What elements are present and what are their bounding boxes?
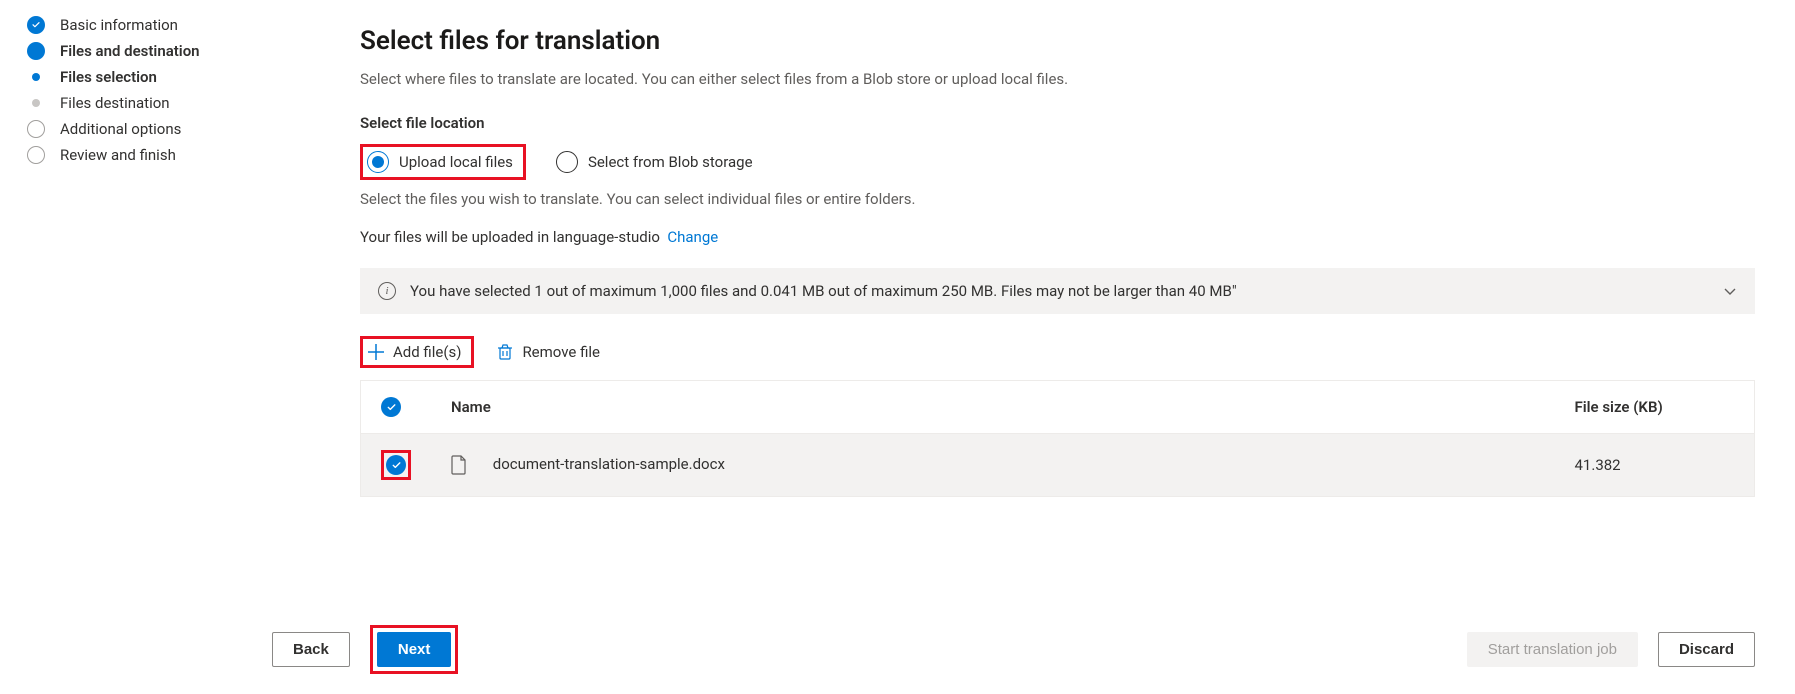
add-files-label: Add file(s)	[393, 343, 461, 361]
step-label: Basic information	[60, 16, 178, 34]
step-additional-options[interactable]: Additional options	[12, 116, 320, 142]
discard-button[interactable]: Discard	[1658, 632, 1755, 667]
radio-upload-local[interactable]: Upload local files	[367, 151, 513, 173]
highlight-box: Add file(s)	[360, 336, 474, 368]
page-title: Select files for translation	[360, 26, 1755, 56]
chevron-down-icon[interactable]	[1723, 284, 1737, 298]
step-review-and-finish[interactable]: Review and finish	[12, 142, 320, 168]
file-toolbar: Add file(s) Remove file	[360, 336, 1755, 368]
col-size-header[interactable]: File size (KB)	[1555, 381, 1755, 434]
add-files-button[interactable]: Add file(s)	[367, 343, 461, 361]
step-label: Files destination	[60, 94, 170, 112]
step-files-destination[interactable]: Files destination	[12, 90, 320, 116]
radio-label: Select from Blob storage	[588, 153, 753, 171]
step-label: Review and finish	[60, 146, 176, 164]
check-icon	[27, 16, 45, 34]
file-location-label: Select file location	[360, 114, 1755, 132]
current-step-icon	[27, 42, 45, 60]
main-panel: Select files for translation Select wher…	[320, 0, 1795, 694]
pending-step-icon	[27, 146, 45, 164]
step-basic-information[interactable]: Basic information	[12, 12, 320, 38]
file-name: document-translation-sample.docx	[493, 455, 725, 473]
start-translation-job-button: Start translation job	[1467, 632, 1638, 667]
helper-text: Select the files you wish to translate. …	[360, 190, 1755, 208]
selection-info-bar[interactable]: i You have selected 1 out of maximum 1,0…	[360, 268, 1755, 314]
highlight-box: Next	[370, 625, 459, 674]
checkmark-icon[interactable]	[386, 455, 406, 475]
info-icon: i	[378, 282, 396, 300]
back-button[interactable]: Back	[272, 632, 350, 667]
remove-file-button[interactable]: Remove file	[496, 343, 600, 361]
step-files-selection[interactable]: Files selection	[12, 64, 320, 90]
select-all-header[interactable]	[361, 381, 432, 434]
file-location-radio-group: Upload local files Select from Blob stor…	[360, 144, 1755, 180]
step-label: Files selection	[60, 68, 157, 86]
radio-label: Upload local files	[399, 153, 513, 171]
table-row[interactable]: document-translation-sample.docx 41.382	[361, 434, 1755, 497]
highlight-box	[381, 450, 411, 480]
radio-selected-icon	[367, 151, 389, 173]
step-files-and-destination[interactable]: Files and destination	[12, 38, 320, 64]
step-label: Files and destination	[60, 42, 200, 60]
highlight-box: Upload local files	[360, 144, 526, 180]
radio-unselected-icon	[556, 151, 578, 173]
col-name-header[interactable]: Name	[431, 381, 1555, 434]
plus-icon	[367, 343, 385, 361]
next-button[interactable]: Next	[377, 632, 452, 667]
checkmark-icon	[381, 397, 401, 417]
info-text: You have selected 1 out of maximum 1,000…	[410, 282, 1237, 300]
document-icon	[451, 455, 467, 475]
wizard-footer: Back Next Start translation job Discard	[320, 625, 1755, 674]
step-label: Additional options	[60, 120, 181, 138]
files-table: Name File size (KB) document-tran	[360, 380, 1755, 497]
substep-pending-icon	[32, 99, 40, 107]
remove-file-label: Remove file	[522, 343, 600, 361]
pending-step-icon	[27, 120, 45, 138]
trash-icon	[496, 343, 514, 361]
change-link[interactable]: Change	[667, 228, 718, 246]
upload-destination-line: Your files will be uploaded in language-…	[360, 228, 1755, 246]
page-subtitle: Select where files to translate are loca…	[360, 70, 1755, 88]
substep-current-icon	[32, 73, 40, 81]
radio-blob-storage[interactable]: Select from Blob storage	[556, 151, 753, 173]
wizard-steps: Basic information Files and destination …	[0, 0, 320, 694]
file-size: 41.382	[1555, 434, 1755, 497]
